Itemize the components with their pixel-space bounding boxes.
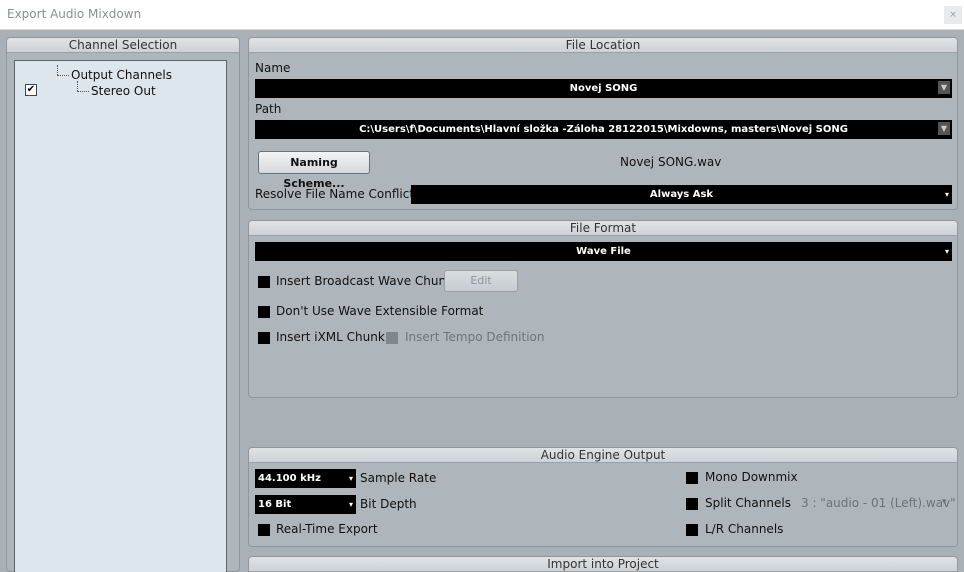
dropdown-arrow-icon: ▾ — [944, 190, 949, 199]
path-value: C:\Users\f\Documents\Hlavní složka -Zálo… — [359, 124, 848, 135]
split-channels-label: Split Channels — [705, 496, 791, 510]
channel-selection-panel: Channel Selection Output Channels ✔ Ster… — [6, 37, 240, 572]
close-icon[interactable]: × — [944, 6, 962, 24]
bit-depth-label: Bit Depth — [360, 497, 417, 511]
lr-channels-checkbox[interactable] — [686, 524, 698, 536]
no-extensible-label: Don't Use Wave Extensible Format — [276, 304, 484, 318]
file-location-panel: File Location Name Novej SONG ▼ Path C:\… — [248, 37, 958, 210]
tree-item-stereo-out[interactable]: Stereo Out — [91, 84, 156, 98]
bit-depth-value: 16 Bit — [258, 499, 292, 510]
dropdown-arrow-icon[interactable]: ▼ — [938, 122, 950, 135]
resolve-conflicts-value: Always Ask — [649, 189, 714, 200]
dropdown-arrow-icon[interactable]: ▼ — [938, 81, 950, 94]
realtime-export-checkbox[interactable] — [258, 524, 270, 536]
split-channels-preview[interactable]: 3 : "audio - 01 (Left).wav" — [801, 496, 956, 510]
name-value: Novej SONG — [569, 83, 638, 94]
sample-rate-label: Sample Rate — [360, 471, 437, 485]
lr-channels-label: L/R Channels — [705, 522, 784, 536]
split-channels-checkbox[interactable] — [686, 498, 698, 510]
no-extensible-checkbox[interactable] — [258, 306, 270, 318]
broadcast-chunk-label: Insert Broadcast Wave Chunk — [276, 274, 454, 288]
channel-selection-header: Channel Selection — [7, 38, 239, 53]
sample-rate-dropdown[interactable]: 44.100 kHz ▾ — [255, 469, 356, 488]
broadcast-chunk-checkbox[interactable] — [258, 276, 270, 288]
audio-engine-output-panel: Audio Engine Output 44.100 kHz ▾ Sample … — [248, 447, 958, 547]
name-label: Name — [255, 61, 291, 75]
filename-preview: Novej SONG.wav — [620, 155, 722, 169]
dropdown-arrow-icon: ▾ — [944, 247, 949, 256]
tree-connector — [77, 91, 89, 92]
tempo-definition-checkbox[interactable] — [386, 332, 398, 344]
channel-tree: Output Channels ✔ Stereo Out — [14, 60, 227, 572]
dropdown-arrow-icon: ▾ — [348, 500, 353, 509]
edit-button[interactable]: Edit — [444, 270, 518, 292]
naming-scheme-button[interactable]: Naming Scheme... — [258, 151, 370, 190]
file-format-value: Wave File — [576, 246, 631, 257]
tree-item-output-channels[interactable]: Output Channels — [71, 68, 172, 82]
title-bar: Export Audio Mixdown × — [0, 0, 964, 30]
sample-rate-value: 44.100 kHz — [258, 473, 321, 484]
import-into-project-panel: Import into Project — [248, 556, 958, 572]
file-format-header: File Format — [249, 221, 957, 236]
realtime-export-label: Real-Time Export — [276, 522, 378, 536]
dropdown-arrow-icon[interactable]: ▾ — [942, 497, 947, 507]
audio-engine-output-header: Audio Engine Output — [249, 448, 957, 463]
path-field[interactable]: C:\Users\f\Documents\Hlavní složka -Zálo… — [255, 120, 952, 139]
bit-depth-dropdown[interactable]: 16 Bit ▾ — [255, 495, 356, 514]
file-location-header: File Location — [249, 38, 957, 53]
file-format-dropdown[interactable]: Wave File ▾ — [255, 242, 952, 261]
tree-connector — [57, 65, 58, 75]
mono-downmix-checkbox[interactable] — [686, 472, 698, 484]
window-title: Export Audio Mixdown — [7, 7, 142, 21]
ixml-chunk-checkbox[interactable] — [258, 332, 270, 344]
import-into-project-header[interactable]: Import into Project — [249, 557, 957, 572]
tempo-definition-label: Insert Tempo Definition — [405, 330, 545, 344]
ixml-chunk-label: Insert iXML Chunk — [276, 330, 385, 344]
file-format-panel: File Format Wave File ▾ Insert Broadcast… — [248, 220, 958, 398]
resolve-conflicts-label: Resolve File Name Conflicts — [255, 187, 421, 201]
tree-connector — [57, 75, 69, 76]
dropdown-arrow-icon: ▾ — [348, 474, 353, 483]
resolve-conflicts-dropdown[interactable]: Always Ask ▾ — [411, 185, 952, 204]
tree-connector — [77, 81, 78, 91]
path-label: Path — [255, 102, 282, 116]
mono-downmix-label: Mono Downmix — [705, 470, 798, 484]
stereo-out-checkbox[interactable]: ✔ — [25, 84, 37, 96]
name-field[interactable]: Novej SONG ▼ — [255, 79, 952, 98]
